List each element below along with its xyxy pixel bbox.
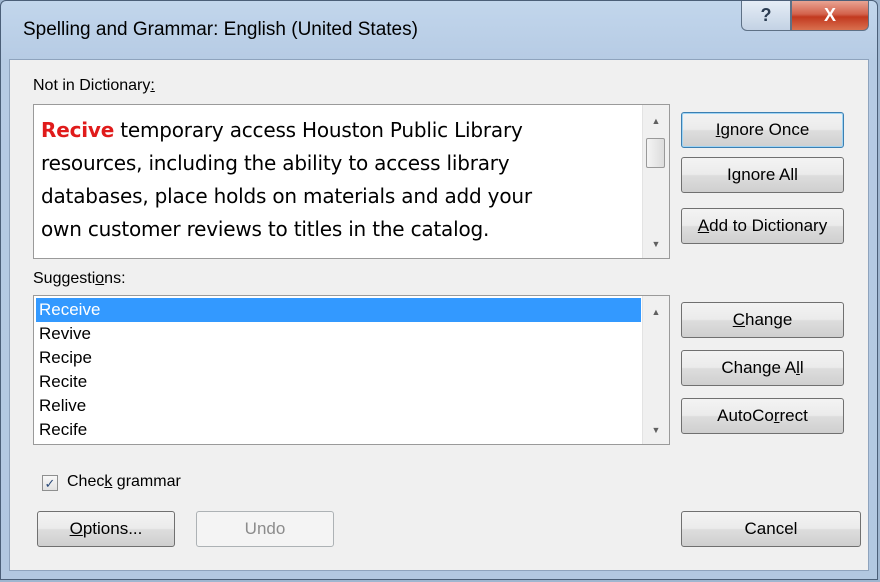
scroll-up-icon[interactable]: ▲	[643, 111, 669, 131]
not-in-dictionary-label: Not in Dictionary:	[33, 77, 155, 94]
suggestion-item[interactable]: Relive	[36, 394, 641, 418]
options-button[interactable]: Options...	[37, 511, 175, 547]
not-in-dictionary-textbox[interactable]: Recive temporary access Houston Public L…	[33, 104, 670, 259]
suggestion-item[interactable]: Recipe	[36, 346, 641, 370]
suggestions-label: Suggestions:	[33, 270, 126, 287]
cancel-button[interactable]: Cancel	[681, 511, 861, 547]
ignore-once-button[interactable]: Ignore Once	[681, 112, 844, 148]
check-grammar-label[interactable]: Check grammar	[67, 473, 181, 491]
sentence-line: own customer reviews to titles in the ca…	[41, 217, 490, 241]
scroll-up-icon[interactable]: ▲	[643, 302, 669, 322]
spelling-grammar-dialog: Spelling and Grammar: English (United St…	[0, 0, 878, 580]
help-icon: ?	[760, 5, 772, 25]
ignore-all-button[interactable]: Ig nore All	[681, 157, 844, 193]
scroll-down-icon[interactable]: ▼	[643, 420, 669, 440]
sentence-line: resources, including the ability to acce…	[41, 151, 510, 175]
add-to-dictionary-button[interactable]: Add to Dictionary	[681, 208, 844, 244]
suggestions-listbox[interactable]: Receive Revive Recipe Recite Relive Reci…	[33, 295, 670, 445]
change-button[interactable]: Change	[681, 302, 844, 338]
help-button[interactable]: ?	[741, 1, 791, 31]
sentence-line: Recive temporary access Houston Public L…	[41, 118, 523, 142]
window-title: Spelling and Grammar: English (United St…	[23, 19, 418, 40]
suggestions-scrollbar[interactable]: ▲ ▼	[642, 296, 669, 444]
scroll-thumb[interactable]	[646, 138, 665, 168]
dialog-body: Not in Dictionary: Recive temporary acce…	[9, 59, 869, 571]
close-icon: X	[823, 5, 836, 25]
change-all-button[interactable]: Change All	[681, 350, 844, 386]
check-icon: ✓	[44, 475, 56, 491]
textbox-scrollbar[interactable]: ▲ ▼	[642, 105, 669, 258]
misspelled-word: Recive	[41, 118, 115, 142]
autocorrect-button[interactable]: AutoCo r rect	[681, 398, 844, 434]
scroll-down-icon[interactable]: ▼	[643, 234, 669, 254]
suggestion-item-selected[interactable]: Receive	[36, 298, 641, 322]
suggestion-item[interactable]: Revive	[36, 322, 641, 346]
check-grammar-checkbox[interactable]: ✓	[42, 475, 58, 491]
sentence-line: databases, place holds on materials and …	[41, 184, 532, 208]
undo-button[interactable]: Undo	[196, 511, 334, 547]
suggestion-item[interactable]: Recife	[36, 418, 641, 442]
close-button[interactable]: X	[791, 1, 869, 31]
suggestion-item[interactable]: Recite	[36, 370, 641, 394]
sentence-text: Recive temporary access Houston Public L…	[41, 114, 631, 246]
